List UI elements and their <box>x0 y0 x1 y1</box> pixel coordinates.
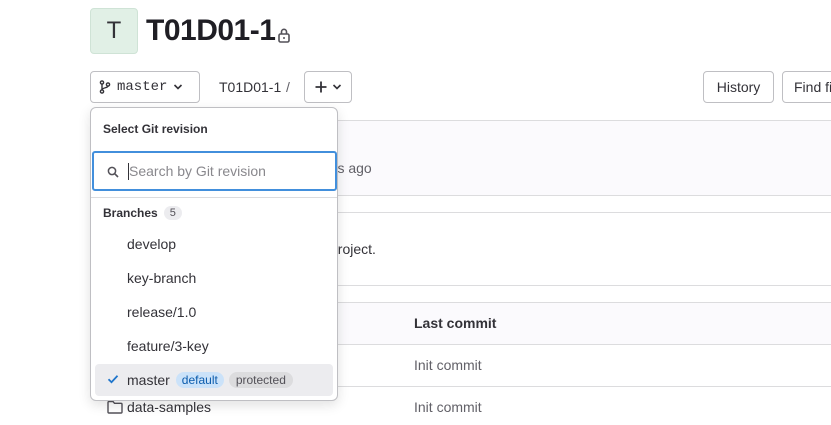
lock-icon <box>278 28 290 43</box>
divider <box>91 197 337 198</box>
avatar-letter: T <box>106 17 122 44</box>
branch-item-key-branch[interactable]: key-branch <box>95 262 333 294</box>
page-title: T01D01-1 <box>146 14 276 47</box>
branch-item-develop[interactable]: develop <box>95 228 333 260</box>
find-file-button[interactable]: Find file <box>782 71 831 103</box>
add-button[interactable] <box>304 71 352 103</box>
branch-item-label: release/1.0 <box>127 304 197 320</box>
search-icon <box>107 166 119 178</box>
branches-group-header: Branches 5 <box>103 206 182 220</box>
breadcrumb-project[interactable]: T01D01-1 <box>219 79 281 95</box>
history-button[interactable]: History <box>703 71 774 103</box>
search-field[interactable] <box>92 151 337 191</box>
folder-link[interactable]: data-samples <box>127 399 211 415</box>
count-badge: 5 <box>163 206 182 220</box>
check-icon <box>107 375 119 384</box>
group-label: Branches <box>103 206 158 220</box>
commit-message[interactable]: Init commit <box>414 357 482 373</box>
branch-item-label: develop <box>127 236 177 252</box>
branch-selector-button[interactable]: master <box>90 71 200 103</box>
column-last-commit: Last commit <box>414 315 497 331</box>
dropdown-title: Select Git revision <box>103 122 208 136</box>
branch-icon <box>99 80 111 94</box>
branch-item-feature[interactable]: feature/3-key <box>95 330 333 362</box>
plus-icon <box>315 81 327 93</box>
branch-item-master[interactable]: master default protected <box>95 364 333 396</box>
project-avatar: T <box>90 8 138 54</box>
branch-item-label: master <box>127 372 170 388</box>
search-input[interactable] <box>127 153 327 189</box>
git-revision-dropdown: Select Git revision Branches 5 develop k… <box>90 107 338 401</box>
folder-icon <box>107 400 123 414</box>
branch-item-release[interactable]: release/1.0 <box>95 296 333 328</box>
commit-message[interactable]: Init commit <box>414 399 482 415</box>
branch-item-label: feature/3-key <box>127 338 209 354</box>
breadcrumb-separator: / <box>286 79 290 95</box>
branch-item-label: key-branch <box>127 270 197 286</box>
chevron-down-icon <box>332 84 342 90</box>
protected-badge: protected <box>228 372 293 388</box>
chevron-down-icon <box>174 84 183 90</box>
default-badge: default <box>175 372 224 388</box>
branch-selector-label: master <box>117 79 168 95</box>
